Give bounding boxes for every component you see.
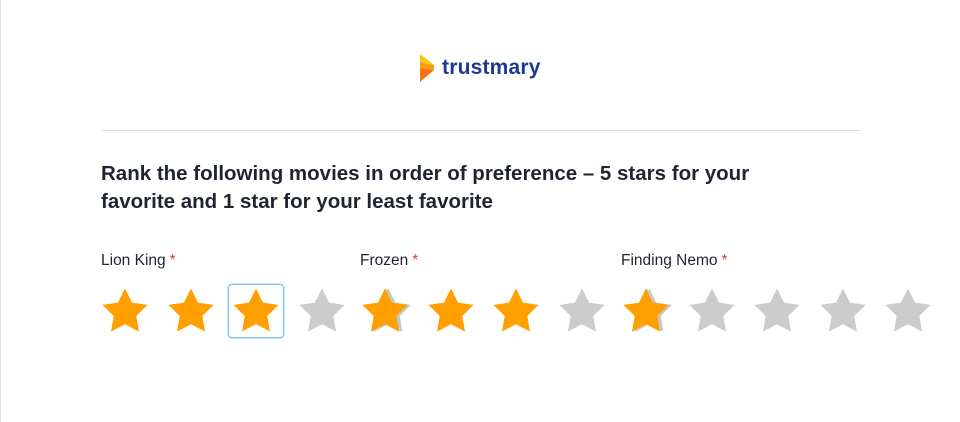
star-icon: [623, 288, 672, 332]
star-frozen-3[interactable]: [488, 284, 544, 338]
star-lion-king-3[interactable]: [228, 284, 284, 338]
star-finding-nemo-1[interactable]: [618, 284, 674, 338]
star-icon: [167, 288, 214, 332]
star-lion-king-1[interactable]: [97, 284, 153, 338]
item-label-finding-nemo: Finding Nemo *: [621, 252, 728, 270]
left-border: [0, 0, 1, 422]
required-mark: *: [721, 252, 728, 269]
star-icon: [688, 288, 735, 332]
star-finding-nemo-4[interactable]: [815, 284, 871, 338]
item-label-frozen: Frozen *: [360, 252, 418, 270]
item-label-text: Lion King: [101, 252, 166, 269]
star-lion-king-4[interactable]: [294, 284, 350, 338]
item-label-lion-king: Lion King *: [101, 252, 176, 270]
star-icon: [754, 288, 800, 332]
required-mark: *: [169, 252, 176, 269]
star-icon: [362, 288, 411, 332]
question-title: Rank the following movies in order of pr…: [101, 162, 750, 213]
star-finding-nemo-3[interactable]: [749, 284, 805, 338]
brand-name: trustmary: [442, 56, 541, 79]
star-finding-nemo-2[interactable]: [684, 284, 740, 338]
item-label-text: Finding Nemo: [621, 252, 718, 269]
star-frozen-4[interactable]: [554, 284, 610, 338]
star-icon: [427, 288, 474, 332]
star-icon: [233, 288, 279, 332]
required-mark: *: [412, 252, 419, 269]
divider: [101, 130, 860, 131]
star-icon: [885, 288, 931, 332]
trustmary-logo-icon: [420, 54, 434, 82]
item-label-text: Frozen: [360, 252, 409, 269]
brand-logo: trustmary: [418, 54, 541, 82]
star-icon: [102, 288, 148, 332]
star-finding-nemo-5[interactable]: [880, 284, 936, 338]
star-icon: [298, 288, 345, 332]
star-frozen-2[interactable]: [423, 284, 479, 338]
star-icon: [819, 288, 866, 332]
star-icon: [493, 288, 539, 332]
star-lion-king-2[interactable]: [163, 284, 219, 338]
star-icon: [558, 288, 605, 332]
star-frozen-1[interactable]: [357, 284, 413, 338]
